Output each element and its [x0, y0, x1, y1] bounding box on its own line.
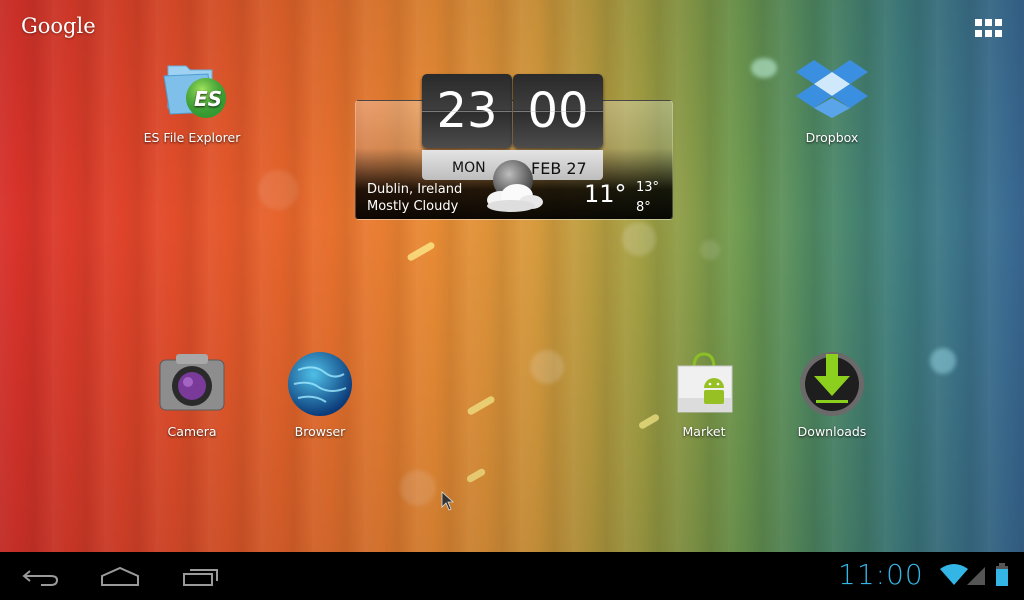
- home-icon: [101, 566, 139, 586]
- app-downloads[interactable]: Downloads: [777, 350, 887, 439]
- recent-apps-button[interactable]: [173, 560, 229, 592]
- wifi-icon: [940, 563, 968, 591]
- es-file-explorer-icon: ES: [156, 56, 228, 128]
- clock-minute: 00: [513, 74, 603, 148]
- globe-icon: [284, 350, 356, 422]
- mouse-cursor-icon: [441, 491, 455, 515]
- camera-icon: [156, 350, 228, 422]
- low-temperature: 8°: [636, 200, 651, 215]
- signal-icon: [967, 566, 987, 590]
- high-temperature: 13°: [636, 180, 660, 195]
- svg-text:ES: ES: [194, 87, 222, 111]
- app-camera[interactable]: Camera: [137, 350, 247, 439]
- home-button[interactable]: [92, 560, 148, 592]
- app-label: ES File Explorer: [143, 130, 241, 145]
- download-icon: [796, 350, 868, 422]
- current-temperature: 11°: [584, 180, 627, 208]
- dropbox-icon: [796, 56, 868, 128]
- app-label: Dropbox: [805, 130, 859, 145]
- shopping-bag-icon: [668, 350, 740, 422]
- all-apps-button[interactable]: [975, 19, 1002, 37]
- back-button[interactable]: [13, 560, 69, 592]
- cloudy-night-icon: [477, 158, 547, 214]
- battery-icon: [995, 563, 1009, 591]
- clock-weather-widget[interactable]: 23 00 MON FEB 27 Dublin, Ireland Mostly …: [355, 74, 673, 220]
- clock-hour: 23: [422, 74, 512, 148]
- app-market[interactable]: Market: [649, 350, 759, 439]
- app-label: Market: [682, 424, 726, 439]
- app-label: Camera: [167, 424, 217, 439]
- app-browser[interactable]: Browser: [265, 350, 375, 439]
- location-label: Dublin, Ireland: [367, 182, 463, 197]
- app-label: Downloads: [797, 424, 867, 439]
- app-es-file-explorer[interactable]: ES ES File Explorer: [137, 56, 247, 145]
- app-label: Browser: [294, 424, 346, 439]
- google-search-widget[interactable]: Google: [21, 14, 96, 38]
- condition-label: Mostly Cloudy: [367, 199, 459, 214]
- app-dropbox[interactable]: Dropbox: [777, 56, 887, 145]
- recents-icon: [183, 569, 218, 586]
- status-clock[interactable]: 11:00: [838, 558, 924, 591]
- grid-icon: [975, 19, 982, 26]
- back-icon: [22, 570, 59, 586]
